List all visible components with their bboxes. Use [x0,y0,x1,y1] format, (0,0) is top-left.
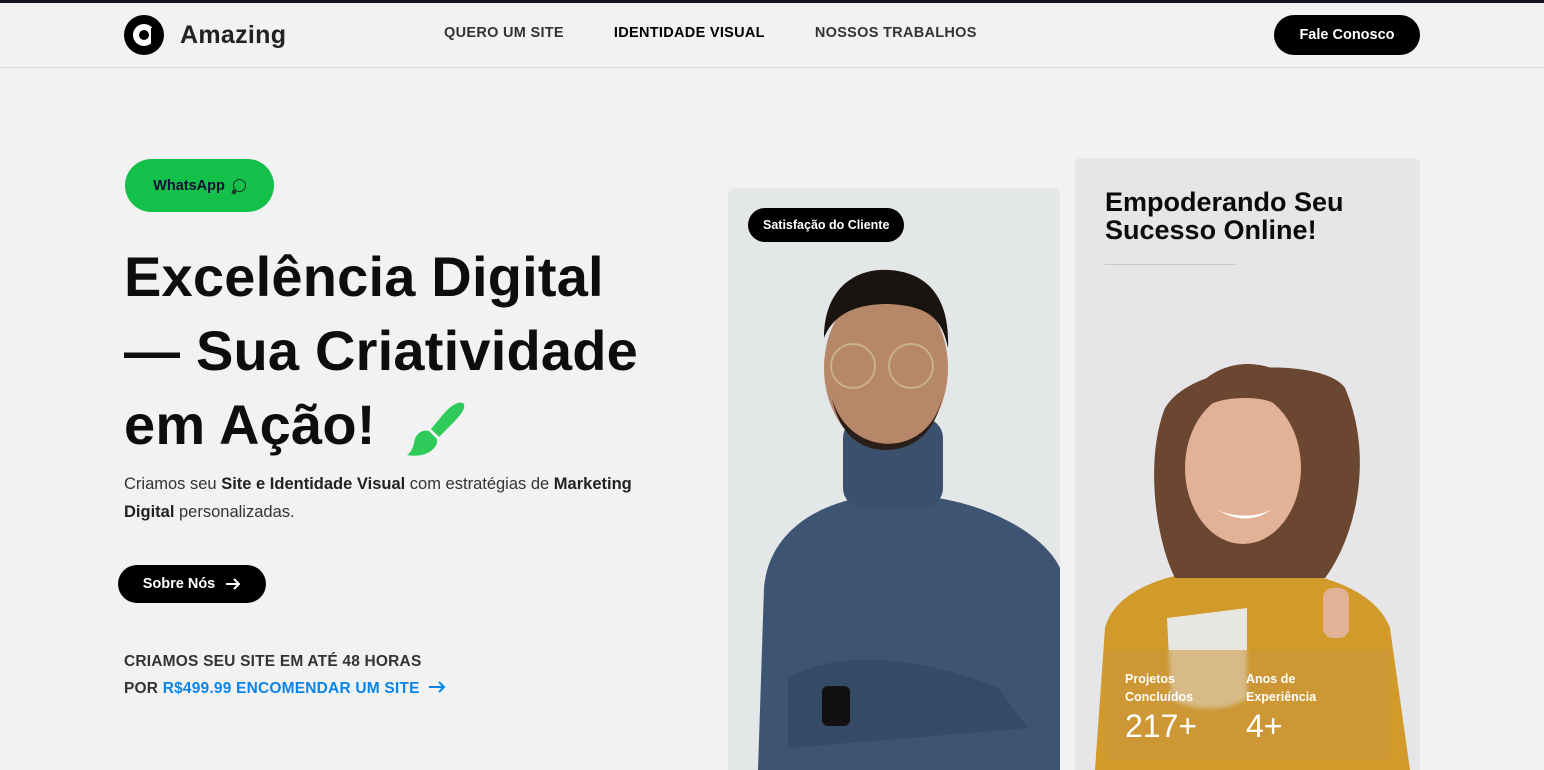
success-title: Empoderando Seu Sucesso Online! [1105,187,1344,245]
order-site-link[interactable]: R$499.99 ENCOMENDAR UM SITE [163,680,420,697]
hero-title: Excelência Digital — Sua Criatividade em… [124,240,704,462]
stat-years: Anos de Experiência 4+ [1246,670,1336,745]
promo-line2: POR R$499.99 ENCOMENDAR UM SITE [124,675,446,702]
desc-text-3: personalizadas. [174,503,295,521]
title-divider [1105,264,1235,265]
paintbrush-icon [407,402,465,456]
promo-text: CRIAMOS SEU SITE EM ATÉ 48 HORAS POR R$4… [124,648,446,702]
stat-projects: Projetos Concluídos 217+ [1125,670,1215,745]
man-portrait-image [758,269,1060,770]
success-card: Empoderando Seu Sucesso Online! Projetos… [1075,158,1420,770]
contact-button[interactable]: Fale Conosco [1274,15,1420,55]
logo-icon [124,15,164,55]
client-satisfaction-badge: Satisfação do Cliente [748,208,905,242]
about-button[interactable]: Sobre Nós [118,565,266,603]
main-nav: QUERO UM SITE IDENTIDADE VISUAL NOSSOS T… [444,25,977,41]
site-header: Amazing QUERO UM SITE IDENTIDADE VISUAL … [0,3,1544,68]
desc-text-2: com estratégias de [405,475,554,493]
stat-label: Anos de Experiência [1246,672,1317,704]
hero-title-line1: Excelência Digital [124,245,604,308]
hero-title-line2: — Sua Criatividade [124,319,638,382]
promo-line1: CRIAMOS SEU SITE EM ATÉ 48 HORAS [124,653,422,670]
stat-value: 217+ [1125,708,1198,744]
stat-label: Projetos Concluídos [1125,672,1194,704]
nav-item-identidade-visual[interactable]: IDENTIDADE VISUAL [614,25,765,41]
arrow-right-icon[interactable] [428,681,446,693]
stat-value: 4+ [1246,708,1283,744]
brand-name: Amazing [180,20,287,49]
stats-panel: Projetos Concluídos 217+ Anos de Experiê… [1105,650,1390,760]
nav-item-nossos-trabalhos[interactable]: NOSSOS TRABALHOS [815,25,977,41]
client-photo-card: Satisfação do Cliente [728,188,1060,770]
arrow-right-icon [226,578,241,590]
about-label: Sobre Nós [142,576,216,592]
hero-description: Criamos seu Site e Identidade Visual com… [124,470,644,526]
hero-title-line3: em Ação! [124,393,376,456]
promo-prefix: POR [124,680,163,697]
whatsapp-button[interactable]: WhatsApp [125,159,274,212]
whatsapp-label: WhatsApp [153,177,225,194]
desc-bold-1: Site e Identidade Visual [221,475,406,493]
nav-item-quero-um-site[interactable]: QUERO UM SITE [444,25,564,41]
desc-text-1: Criamos seu [124,475,222,493]
whatsapp-icon [232,179,246,192]
brand-logo[interactable]: Amazing [124,15,286,55]
